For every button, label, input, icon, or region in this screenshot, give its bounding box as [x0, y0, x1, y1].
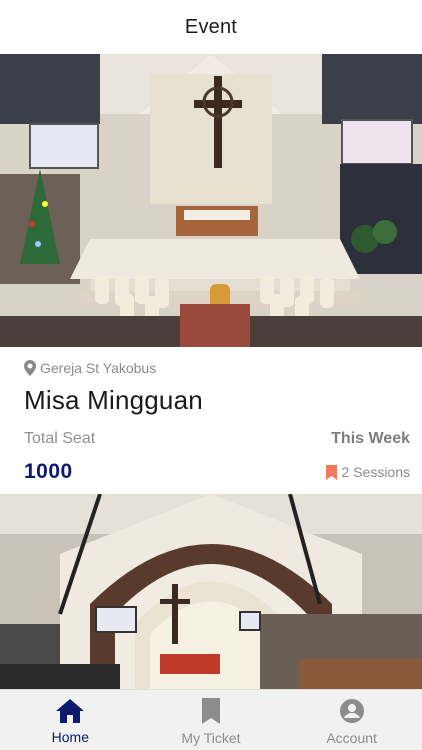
event-meta-values: 1000 2 Sessions [24, 460, 410, 484]
bottom-navigation: Home My Ticket Account [0, 689, 422, 750]
event-location: Gereja St Yakobus [24, 359, 410, 377]
nav-account[interactable]: Account [282, 694, 422, 746]
nav-my-ticket[interactable]: My Ticket [141, 694, 281, 746]
bookmark-icon [325, 464, 337, 480]
location-pin-icon [24, 360, 36, 376]
page-title: Event [184, 15, 238, 38]
nav-home[interactable]: Home [0, 695, 140, 745]
nav-account-label: Account [326, 730, 377, 746]
event-meta-labels: Total Seat This Week [24, 430, 410, 448]
event-photo [0, 494, 422, 689]
session-count: 2 Sessions [325, 464, 410, 480]
event-card-body: Gereja St Yakobus Misa Mingguan Total Se… [0, 347, 422, 494]
event-title: Misa Mingguan [24, 385, 203, 415]
app-header: Event [0, 0, 422, 54]
event-feed[interactable]: Gereja St Yakobus Misa Mingguan Total Se… [0, 54, 422, 689]
session-count-text: 2 Sessions [341, 464, 410, 480]
event-card[interactable] [0, 494, 422, 689]
home-icon [56, 699, 85, 723]
account-icon [339, 699, 364, 723]
location-text: Gereja St Yakobus [40, 360, 157, 376]
period-label: This Week [331, 430, 410, 447]
event-card[interactable]: Gereja St Yakobus Misa Mingguan Total Se… [0, 54, 422, 494]
event-photo [0, 54, 422, 347]
nav-my-ticket-label: My Ticket [181, 730, 241, 746]
total-seat-value: 1000 [24, 460, 73, 483]
bookmark-icon [201, 698, 220, 724]
total-seat-label: Total Seat [24, 430, 96, 447]
nav-home-label: Home [51, 729, 89, 745]
